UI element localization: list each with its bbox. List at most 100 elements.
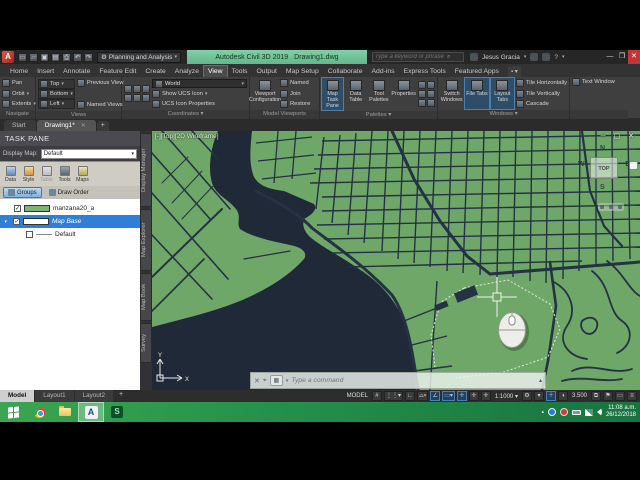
join-viewports-button[interactable]: Join	[280, 89, 310, 98]
new-drawing-tab-button[interactable]: +	[96, 121, 109, 131]
ucs-icon-4[interactable]	[124, 94, 132, 102]
tab-add-ins[interactable]: Add-ins	[368, 66, 399, 77]
previous-view-button[interactable]: Previous View	[76, 79, 124, 87]
redo-icon[interactable]: ↷	[84, 52, 93, 62]
scroll-up-icon[interactable]: ▴	[539, 377, 542, 384]
palette-icon-2[interactable]	[427, 80, 435, 89]
cascade-button[interactable]: Cascade	[515, 100, 567, 108]
teamviewer-tray-icon[interactable]	[547, 408, 556, 416]
panel-label-model-viewports[interactable]: Model Viewports	[250, 110, 319, 119]
named-views-button[interactable]: Named Views	[76, 101, 124, 109]
table-tool-button[interactable]: Table	[38, 165, 55, 183]
ucs-icon-properties-button[interactable]: UCS Icon Properties	[152, 100, 247, 108]
drawing-viewport[interactable]: Y X [-][Top][2D Wireframe] ─ ▢ ✕ N W TOP…	[152, 131, 640, 390]
panel-label-palettes[interactable]: Palettes ▾	[320, 110, 437, 119]
save-as-icon[interactable]: ▤	[51, 52, 60, 62]
map-explorer-tab[interactable]: Map Explorer	[140, 209, 152, 271]
help-search[interactable]: ⌕	[371, 52, 464, 62]
tab-express-tools[interactable]: Express Tools	[400, 66, 450, 77]
viewcube-west[interactable]: W	[578, 161, 585, 168]
search-icon[interactable]: ⌕	[447, 54, 450, 61]
data-table-button[interactable]: Data Table	[345, 78, 366, 110]
tool-palettes-button[interactable]: Tool Palettes	[368, 78, 389, 110]
show-hidden-icons-button[interactable]: ▴	[541, 408, 544, 416]
groups-tab[interactable]: Groups	[3, 187, 42, 198]
layout-tabs-button[interactable]: Layout Tabs	[489, 77, 515, 110]
layer-row-map-base[interactable]: ▾ ✓ Map Base	[0, 215, 140, 228]
isometric-drafting-icon[interactable]: ∠	[430, 391, 441, 401]
network-icon[interactable]	[584, 408, 593, 416]
viewcube-top-face[interactable]: TOP	[590, 157, 618, 179]
pan-button[interactable]: Pan	[2, 79, 36, 87]
viewcube-north[interactable]: N	[600, 145, 605, 152]
ucs-icon-6[interactable]	[142, 94, 150, 102]
navigation-bar[interactable]	[598, 203, 624, 211]
layer-swatch[interactable]	[23, 218, 49, 225]
save-icon[interactable]: ▣	[40, 52, 49, 62]
autodesk-cloud-icon[interactable]	[542, 53, 551, 61]
tile-vertically-button[interactable]: Tile Vertically	[515, 89, 567, 98]
recent-commands-icon[interactable]: ▦	[269, 375, 283, 386]
text-window-button[interactable]: Text Window	[572, 78, 615, 86]
tab-output[interactable]: Output	[252, 66, 280, 77]
tile-horizontally-button[interactable]: Tile Horizontally	[515, 79, 567, 87]
viewport-configuration-button[interactable]: Viewport Configuration	[249, 78, 281, 109]
ucs-icon-1[interactable]	[124, 85, 132, 93]
annotation-monitor-icon[interactable]: ⚑	[603, 391, 613, 401]
minimize-button[interactable]: —	[604, 50, 616, 64]
start-button[interactable]	[0, 402, 26, 422]
layer-name[interactable]: Map Base	[52, 218, 81, 225]
survey-tab[interactable]: Survey	[140, 323, 152, 363]
view-bottom-button[interactable]: Bottom ▾	[38, 89, 75, 99]
speaker-icon[interactable]	[596, 408, 602, 416]
panel-label-coordinates[interactable]: Coordinates ▾	[122, 110, 249, 119]
map-canvas[interactable]: Y X	[152, 131, 640, 390]
display-manager-tab[interactable]: Display Manager	[140, 133, 152, 207]
layer-name[interactable]: Default	[55, 231, 76, 238]
ortho-mode-icon[interactable]: ∟	[404, 391, 415, 401]
restore-viewports-button[interactable]: Restore	[280, 100, 310, 108]
autoscale-icon[interactable]: ✛	[468, 391, 479, 401]
file-tabs-button[interactable]: File Tabs	[464, 77, 490, 110]
panel-label-windows[interactable]: Windows ▾	[438, 110, 569, 119]
isolate-objects-icon[interactable]: ◑	[557, 391, 568, 401]
layer-checkbox[interactable]: ✓	[14, 205, 21, 212]
clean-screen-icon[interactable]: ▭	[615, 391, 625, 401]
battery-icon[interactable]	[571, 410, 581, 415]
extents-button[interactable]: Extents ▾	[2, 100, 36, 108]
customization-plus-icon[interactable]: ＋	[545, 391, 556, 401]
app-store-icon[interactable]	[530, 53, 539, 61]
tab-featured-apps[interactable]: Featured Apps	[451, 66, 503, 77]
tab-view[interactable]: View	[203, 65, 228, 78]
polar-tracking-icon[interactable]: ⌓▾	[416, 391, 429, 401]
display-map-select[interactable]: Default ▾	[40, 148, 137, 159]
open-file-icon[interactable]: ▱	[29, 52, 38, 62]
data-tool-button[interactable]: Data	[2, 165, 19, 183]
palette-icon-1[interactable]	[418, 80, 426, 89]
signed-in-user[interactable]: Jesus Gracia	[482, 54, 520, 61]
recorder-tray-icon[interactable]	[559, 408, 568, 416]
palette-icon-3[interactable]	[418, 89, 426, 98]
file-tab-drawing1[interactable]: Drawing1* ✕	[36, 120, 96, 131]
switch-windows-button[interactable]: Switch Windows	[440, 78, 463, 109]
status-value[interactable]: 3.500	[570, 393, 589, 399]
taskbar-clock[interactable]: 11:08 a.m. 26/12/2018	[606, 405, 636, 419]
tab-create[interactable]: Create	[141, 66, 169, 77]
user-avatar-icon[interactable]	[469, 53, 478, 61]
snap-mode-icon[interactable]: ⋮⋮▾	[383, 391, 403, 401]
palette-icon-6[interactable]	[427, 98, 435, 107]
tab-insert[interactable]: Insert	[33, 66, 58, 77]
chevron-down-icon[interactable]: ▾	[286, 378, 289, 384]
layer-checkbox[interactable]	[26, 231, 33, 238]
close-button[interactable]: ✕	[628, 50, 640, 64]
layer-name[interactable]: manzana20_a	[53, 205, 94, 212]
object-snap-icon[interactable]: ▭▾	[442, 391, 455, 401]
style-tool-button[interactable]: Style	[20, 165, 37, 183]
layout1-tab[interactable]: Layout1	[35, 390, 74, 402]
maps-tool-button[interactable]: Maps	[74, 165, 91, 183]
green-app-taskbar-button[interactable]: S	[104, 402, 130, 422]
model-tab[interactable]: Model	[0, 390, 35, 402]
undo-icon[interactable]: ↶	[73, 52, 82, 62]
new-file-icon[interactable]: ▭	[18, 52, 27, 62]
view-top-button[interactable]: Top ▾	[38, 79, 75, 89]
